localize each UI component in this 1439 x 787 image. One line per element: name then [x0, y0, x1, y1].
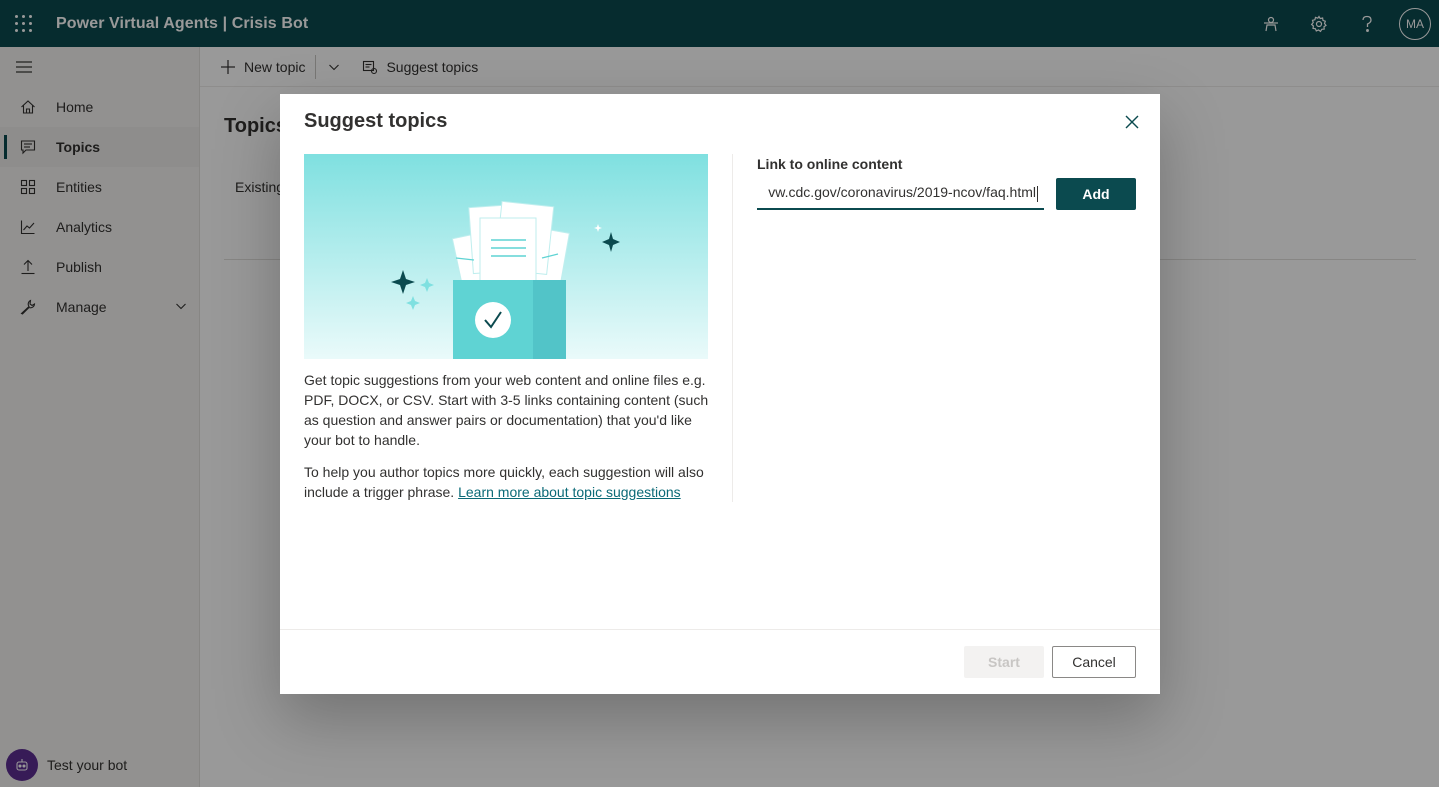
divider — [280, 629, 1160, 630]
add-button[interactable]: Add — [1056, 178, 1136, 210]
learn-more-link[interactable]: Learn more about topic suggestions — [458, 484, 681, 500]
description-paragraph: Get topic suggestions from your web cont… — [304, 372, 709, 448]
divider — [732, 154, 733, 502]
suggest-topics-dialog: Suggest topics Get topic suggestions fro… — [280, 94, 1160, 694]
dialog-description: Get topic suggestions from your web cont… — [304, 370, 714, 514]
cancel-button[interactable]: Cancel — [1052, 646, 1136, 678]
illustration — [304, 154, 708, 359]
link-input[interactable]: vw.cdc.gov/coronavirus/2019-ncov/faq.htm… — [757, 178, 1044, 210]
text-caret — [1037, 185, 1038, 202]
start-button[interactable]: Start — [964, 646, 1044, 678]
link-label: Link to online content — [757, 156, 903, 172]
dialog-title: Suggest topics — [304, 110, 448, 132]
link-input-value: vw.cdc.gov/coronavirus/2019-ncov/faq.htm… — [768, 184, 1036, 201]
description-paragraph: To help you author topics more quickly, … — [304, 462, 714, 502]
close-icon[interactable] — [1122, 112, 1142, 132]
